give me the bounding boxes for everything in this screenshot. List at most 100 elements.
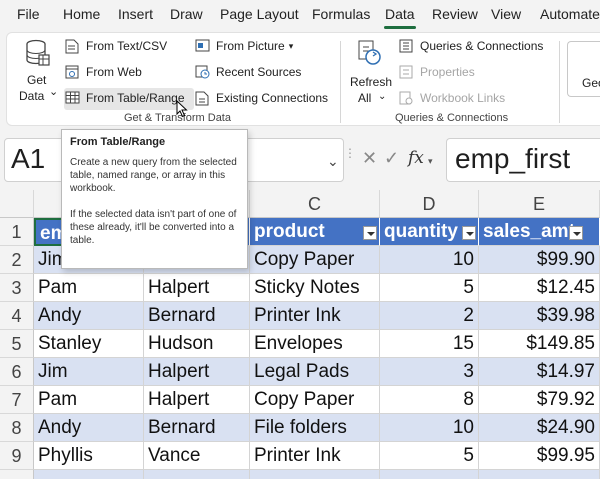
tooltip-title: From Table/Range <box>70 136 166 148</box>
menu-file[interactable]: File <box>17 6 40 22</box>
ribbon: Get Data ⌄ From Text/CSV From Web From T… <box>0 30 600 128</box>
workbook-links-button[interactable]: Workbook Links <box>399 91 505 105</box>
table-cell[interactable]: Vance <box>144 442 250 470</box>
column-header-c[interactable]: C <box>250 190 380 218</box>
table-cell[interactable]: Envelopes <box>250 330 380 358</box>
web-icon <box>65 65 81 79</box>
table-cell[interactable]: $149.85 <box>479 330 600 358</box>
table-cell[interactable]: File folders <box>250 414 380 442</box>
chevron-down-icon[interactable]: ⌄ <box>327 153 339 170</box>
properties-button[interactable]: Properties <box>399 65 475 79</box>
database-icon <box>26 39 50 66</box>
table-header-cell[interactable]: quantity <box>380 218 479 246</box>
table-cell[interactable]: 2 <box>380 302 479 330</box>
get-data-button[interactable]: Get Data ⌄ <box>17 37 58 103</box>
menu-review[interactable]: Review <box>432 6 478 22</box>
table-header-cell[interactable]: sales_amt <box>479 218 600 246</box>
row-header[interactable]: 1 <box>0 218 34 246</box>
menu-home[interactable]: Home <box>63 6 100 22</box>
table-cell[interactable]: Andy <box>34 302 144 330</box>
refresh-all-button[interactable]: Refresh All ⌄ <box>347 37 393 105</box>
mouse-cursor-icon <box>176 100 188 118</box>
row-header[interactable]: 2 <box>0 246 34 274</box>
confirm-icon[interactable]: ✓ <box>384 148 399 169</box>
table-cell[interactable]: Pam <box>34 274 144 302</box>
recent-sources-button[interactable]: Recent Sources <box>195 65 301 79</box>
menu-formulas[interactable]: Formulas <box>312 6 370 22</box>
row-header[interactable]: 9 <box>0 442 34 470</box>
menu-data[interactable]: Data <box>385 6 415 22</box>
table-cell[interactable]: $99.90 <box>479 246 600 274</box>
table-cell[interactable]: Pam <box>34 386 144 414</box>
row-header[interactable]: 6 <box>0 358 34 386</box>
menu-draw[interactable]: Draw <box>170 6 203 22</box>
table-cell[interactable]: Halpert <box>144 274 250 302</box>
chevron-down-icon: ▾ <box>428 156 433 166</box>
table-cell[interactable]: 10 <box>380 414 479 442</box>
refresh-icon <box>358 40 381 65</box>
geography-button[interactable]: Geo <box>567 41 600 97</box>
tooltip-note: If the selected data isn't part of one o… <box>70 209 237 246</box>
table-cell[interactable]: 3 <box>380 358 479 386</box>
table-cell[interactable]: Stanley <box>34 330 144 358</box>
table-cell[interactable]: Jim <box>34 358 144 386</box>
table-cell[interactable]: Bernard <box>144 414 250 442</box>
table-cell[interactable]: Phyllis <box>34 442 144 470</box>
filter-dropdown-icon[interactable] <box>462 226 476 240</box>
row-header[interactable]: 7 <box>0 386 34 414</box>
table-cell[interactable]: $12.45 <box>479 274 600 302</box>
table-cell[interactable]: 15 <box>380 330 479 358</box>
table-cell[interactable]: Legal Pads <box>250 358 380 386</box>
insert-function-icon[interactable]: fx <box>408 148 424 168</box>
table-cell[interactable]: Bernard <box>144 302 250 330</box>
table-cell[interactable] <box>380 470 479 479</box>
menu-insert[interactable]: Insert <box>118 6 153 22</box>
table-cell[interactable]: $39.98 <box>479 302 600 330</box>
table-cell[interactable]: Printer Ink <box>250 302 380 330</box>
table-cell[interactable]: Printer Ink <box>250 442 380 470</box>
table-cell[interactable]: 5 <box>380 442 479 470</box>
group-label-queries: Queries & Connections <box>395 112 509 124</box>
table-cell[interactable]: Halpert <box>144 358 250 386</box>
table-cell[interactable]: Copy Paper <box>250 386 380 414</box>
menu-view[interactable]: View <box>491 6 521 22</box>
table-cell[interactable]: Halpert <box>144 386 250 414</box>
row-header[interactable] <box>0 470 34 479</box>
from-table-range-button[interactable]: From Table/Range <box>65 91 185 105</box>
column-header-e[interactable]: E <box>479 190 600 218</box>
from-text-csv-button[interactable]: From Text/CSV <box>65 39 167 54</box>
table-cell[interactable] <box>144 470 250 479</box>
row-header[interactable]: 8 <box>0 414 34 442</box>
table-cell[interactable]: Andy <box>34 414 144 442</box>
table-cell[interactable]: 10 <box>380 246 479 274</box>
table-cell[interactable]: 8 <box>380 386 479 414</box>
column-header-d[interactable]: D <box>380 190 479 218</box>
more-options-icon[interactable]: ⋮ <box>344 146 356 160</box>
from-picture-button[interactable]: From Picture ▾ <box>195 39 293 53</box>
table-cell[interactable] <box>34 470 144 479</box>
select-all-corner[interactable] <box>0 190 34 218</box>
queries-connections-button[interactable]: Queries & Connections <box>399 39 543 53</box>
row-header[interactable]: 5 <box>0 330 34 358</box>
row-header[interactable]: 4 <box>0 302 34 330</box>
cancel-icon[interactable]: ✕ <box>362 148 377 169</box>
table-cell[interactable]: $99.95 <box>479 442 600 470</box>
existing-connections-button[interactable]: Existing Connections <box>195 91 328 106</box>
row-header[interactable]: 3 <box>0 274 34 302</box>
table-cell[interactable]: $24.90 <box>479 414 600 442</box>
from-web-button[interactable]: From Web <box>65 65 142 79</box>
table-cell[interactable]: Hudson <box>144 330 250 358</box>
formula-input[interactable]: emp_first <box>446 138 600 182</box>
filter-dropdown-icon[interactable] <box>363 226 377 240</box>
table-cell[interactable]: Sticky Notes <box>250 274 380 302</box>
table-cell[interactable] <box>250 470 380 479</box>
table-cell[interactable]: Copy Paper <box>250 246 380 274</box>
table-cell[interactable]: 5 <box>380 274 479 302</box>
filter-dropdown-icon[interactable] <box>569 226 583 240</box>
table-header-cell[interactable]: product <box>250 218 380 246</box>
table-cell[interactable]: $14.97 <box>479 358 600 386</box>
menu-automate[interactable]: Automate <box>540 6 600 22</box>
table-cell[interactable] <box>479 470 600 479</box>
table-cell[interactable]: $79.92 <box>479 386 600 414</box>
menu-page-layout[interactable]: Page Layout <box>220 6 299 22</box>
